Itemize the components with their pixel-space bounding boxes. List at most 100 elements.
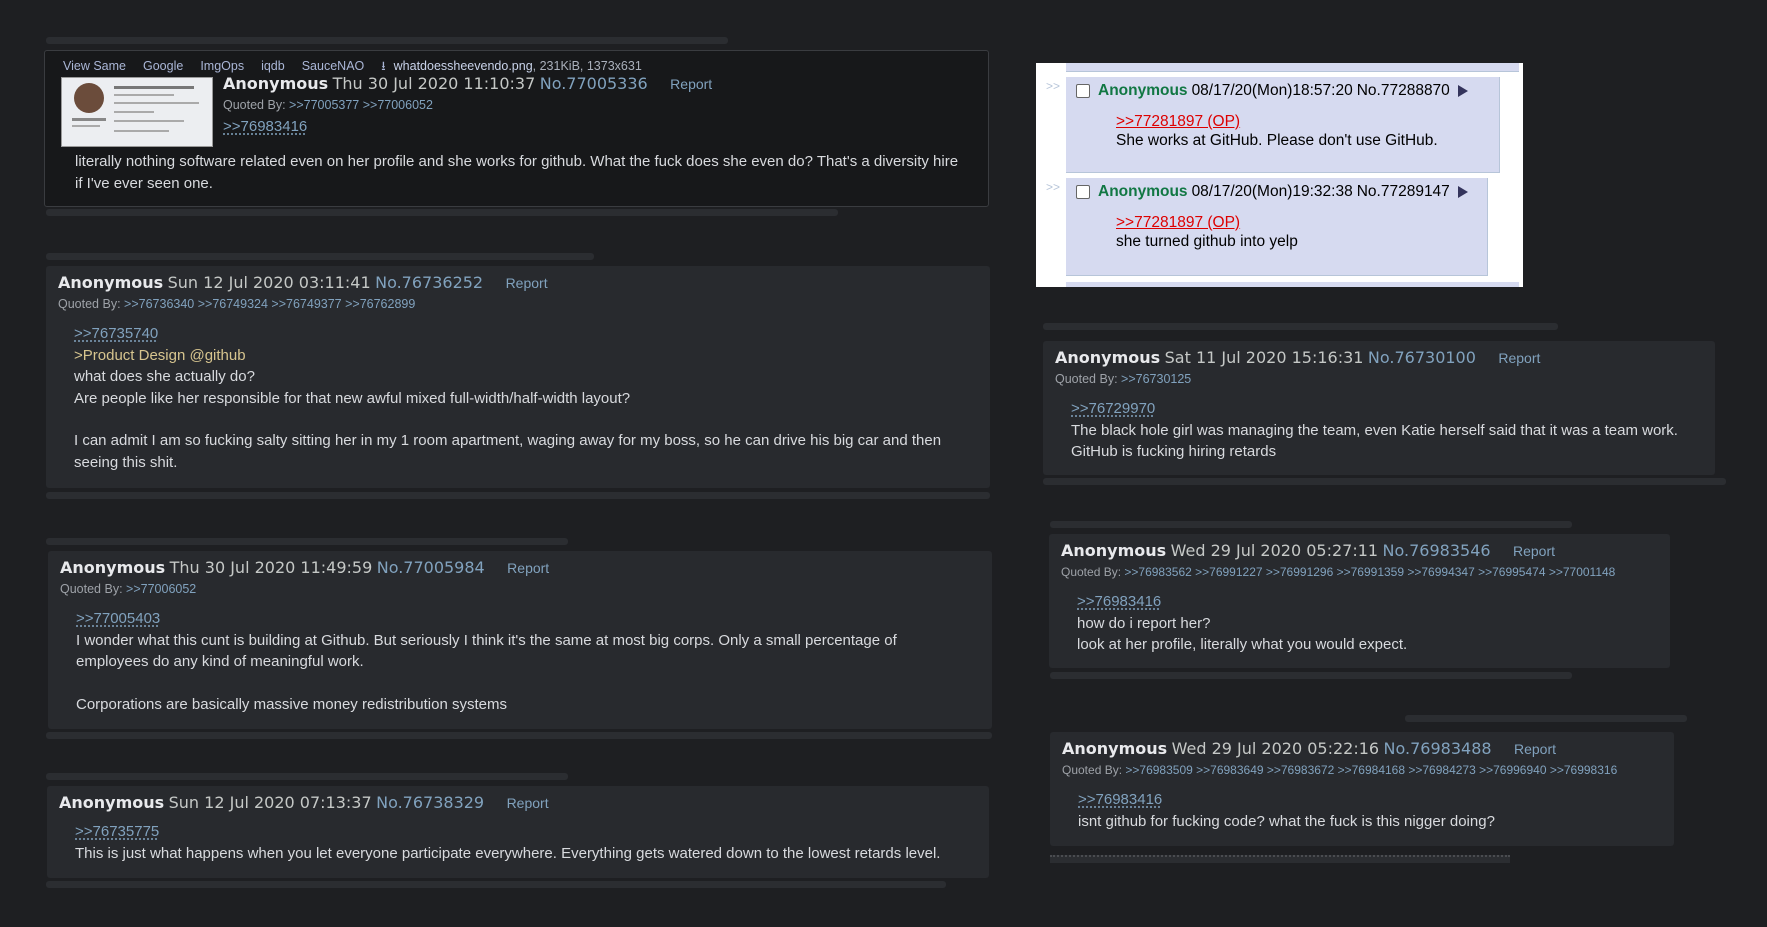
- post-date: Thu 30 Jul 2020 11:10:37: [332, 74, 536, 93]
- post-date: 08/17/20(Mon)18:57:20: [1191, 82, 1353, 99]
- quoted-by-links[interactable]: >>76730125: [1121, 372, 1191, 386]
- reply-quote-link[interactable]: >>76983416: [223, 118, 307, 135]
- post-number[interactable]: No.76983546: [1383, 541, 1491, 560]
- reply-quote-link[interactable]: >>76983416: [1078, 791, 1162, 808]
- quoted-by: Quoted By: >>77006052: [60, 582, 197, 596]
- quoted-by: Quoted By: >>76736340 >>76749324 >>76749…: [58, 297, 416, 311]
- report-link[interactable]: Report: [507, 795, 549, 811]
- post-text: literally nothing software related even …: [75, 153, 959, 192]
- post-body: >>76983416 isnt github for fucking code?…: [1062, 789, 1670, 832]
- divider-bar: [46, 492, 990, 499]
- post-76983488: Anonymous Wed 29 Jul 2020 05:22:16 No.76…: [1050, 732, 1674, 846]
- file-name-link[interactable]: whatdoessheevendo.png: [394, 59, 533, 73]
- post-76983546: Anonymous Wed 29 Jul 2020 05:27:11 No.76…: [1049, 534, 1670, 668]
- poster-name: Anonymous: [1055, 348, 1161, 367]
- post-number[interactable]: No.77288870: [1357, 82, 1450, 100]
- divider-bar: [46, 732, 992, 739]
- quoted-by-links[interactable]: >>76983562 >>76991227 >>76991296 >>76991…: [1124, 565, 1615, 579]
- post-header: Anonymous Thu 30 Jul 2020 11:10:37 No.77…: [223, 73, 712, 96]
- file-meta: , 231KiB, 1373x631: [532, 59, 642, 73]
- post-checkbox[interactable]: [1076, 185, 1090, 199]
- report-link[interactable]: Report: [1514, 741, 1556, 757]
- post-number[interactable]: No.76738329: [376, 793, 484, 812]
- reply-quote-link[interactable]: >>76729970: [1071, 400, 1155, 417]
- poster-name: Anonymous: [1061, 541, 1167, 560]
- post-text-line: look at her profile, literally what you …: [1077, 636, 1408, 653]
- poster-name: Anonymous: [1098, 82, 1188, 99]
- quoted-by: Quoted By: >>77005377 >>77006052: [223, 98, 433, 112]
- post-body: >>76735775 This is just what happens whe…: [59, 821, 977, 864]
- post-number[interactable]: No.76983488: [1384, 739, 1492, 758]
- divider-bar: [46, 881, 946, 888]
- post-number[interactable]: No.76730100: [1368, 348, 1476, 367]
- quoted-by: Quoted By: >>76983509 >>76983649 >>76983…: [1062, 763, 1618, 777]
- post-text-line: isnt github for fucking code? what the f…: [1078, 812, 1495, 830]
- quoted-by: Quoted By: >>76983562 >>76991227 >>76991…: [1061, 565, 1616, 579]
- reply-arrows: >>: [1046, 79, 1061, 93]
- divider-bar: [1043, 323, 1558, 330]
- quoted-by-links[interactable]: >>76983509 >>76983649 >>76983672 >>76984…: [1125, 763, 1617, 777]
- post-body: >>77281897 (OP) She works at GitHub. Ple…: [1076, 112, 1489, 150]
- post-header: Anonymous Sat 11 Jul 2020 15:16:31 No.76…: [1055, 347, 1703, 370]
- post-body: >>77281897 (OP) she turned github into y…: [1076, 213, 1477, 251]
- reply-quote-link[interactable]: >>77005403: [76, 610, 160, 627]
- post-thumbnail[interactable]: [61, 77, 213, 147]
- file-link-imgops[interactable]: ImgOps: [200, 59, 244, 73]
- report-link[interactable]: Report: [670, 76, 712, 92]
- file-link-google[interactable]: Google: [143, 59, 183, 73]
- reply-quote-link[interactable]: >>76983416: [1077, 593, 1161, 610]
- poster-name: Anonymous: [223, 74, 329, 93]
- divider-bar: [1050, 672, 1572, 679]
- post-text-line: I can admit I am so fucking salty sittin…: [74, 432, 942, 471]
- inset-post-77289147: Anonymous 08/17/20(Mon)19:32:38 No.77289…: [1066, 178, 1488, 276]
- post-77005984: Anonymous Thu 30 Jul 2020 11:49:59 No.77…: [48, 551, 992, 729]
- post-checkbox[interactable]: [1076, 84, 1090, 98]
- post-text-line: Corporations are basically massive money…: [76, 695, 508, 713]
- post-text-line: I wonder what this cunt is building at G…: [76, 631, 897, 671]
- post-number[interactable]: No.77289147: [1357, 183, 1450, 201]
- divider-bar: [46, 253, 594, 260]
- post-text-line: She works at GitHub. Please don't use Gi…: [1116, 132, 1438, 149]
- post-text-line: she turned github into yelp: [1116, 233, 1298, 250]
- post-header: Anonymous Thu 30 Jul 2020 11:49:59 No.77…: [60, 557, 980, 580]
- report-link[interactable]: Report: [506, 275, 548, 291]
- file-link-view-same[interactable]: View Same: [63, 59, 126, 73]
- post-date: 08/17/20(Mon)19:32:38: [1191, 183, 1353, 200]
- divider-bar: [1050, 521, 1572, 528]
- report-link[interactable]: Report: [1498, 350, 1540, 366]
- op-quote-link[interactable]: >>77281897 (OP): [1116, 112, 1489, 131]
- quoted-by-links[interactable]: >>77006052: [126, 582, 196, 596]
- reply-quote-link[interactable]: >>76735775: [75, 823, 159, 840]
- report-link[interactable]: Report: [1513, 543, 1555, 559]
- post-text-line: Are people like her responsible for that…: [74, 389, 631, 407]
- report-link[interactable]: Report: [507, 560, 549, 576]
- post-text-line: what does she actually do?: [74, 368, 255, 385]
- op-quote-link[interactable]: >>77281897 (OP): [1116, 213, 1477, 232]
- reply-arrows: >>: [1046, 180, 1061, 194]
- post-date: Wed 29 Jul 2020 05:27:11: [1170, 541, 1379, 560]
- post-date: Sun 12 Jul 2020 03:11:41: [167, 273, 371, 292]
- cropped-post-edge: [1050, 855, 1510, 863]
- reply-quote-link[interactable]: >>76735740: [74, 325, 158, 342]
- post-body: >>76983416 how do i report her? look at …: [1061, 591, 1666, 656]
- divider-bar: [46, 209, 838, 216]
- post-date: Sun 12 Jul 2020 07:13:37: [168, 793, 372, 812]
- poster-name: Anonymous: [60, 558, 166, 577]
- poster-name: Anonymous: [58, 273, 164, 292]
- post-number[interactable]: No.76736252: [375, 273, 483, 292]
- quoted-by-links[interactable]: >>77005377 >>77006052: [289, 98, 433, 112]
- divider-bar: [1405, 715, 1687, 722]
- post-menu-arrow-icon[interactable]: [1457, 85, 1468, 97]
- poster-name: Anonymous: [1098, 183, 1188, 200]
- file-link-saucenao[interactable]: SauceNAO: [302, 59, 365, 73]
- download-icon[interactable]: ⭳: [381, 59, 385, 73]
- quoted-by-links[interactable]: >>76736340 >>76749324 >>76749377 >>76762…: [124, 297, 415, 311]
- poster-name: Anonymous: [1062, 739, 1168, 758]
- avatar: [74, 83, 104, 113]
- file-link-iqdb[interactable]: iqdb: [261, 59, 285, 73]
- post-body: >>77005403 I wonder what this cunt is bu…: [60, 608, 980, 715]
- post-number[interactable]: No.77005336: [540, 74, 648, 93]
- post-text-line: how do i report her?: [1077, 614, 1211, 632]
- post-menu-arrow-icon[interactable]: [1457, 186, 1468, 198]
- post-number[interactable]: No.77005984: [377, 558, 485, 577]
